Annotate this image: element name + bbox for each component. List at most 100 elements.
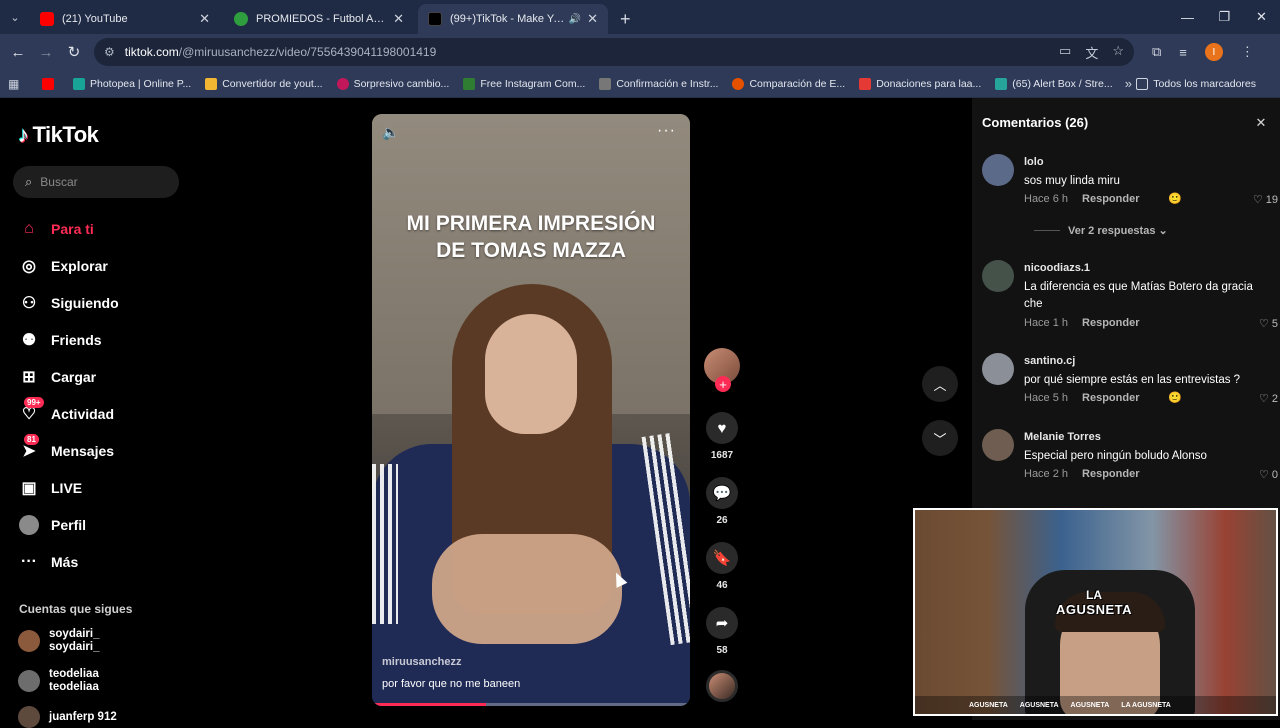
profile-avatar[interactable]: I xyxy=(1204,43,1223,61)
volume-icon[interactable]: 🔈 xyxy=(382,124,399,141)
share-icon[interactable]: ➦ xyxy=(706,607,738,639)
translate-icon[interactable]: 文 xyxy=(1085,43,1098,62)
cast-icon[interactable]: ▭ xyxy=(1059,43,1071,62)
all-bookmarks[interactable]: Todos los marcadores xyxy=(1136,77,1256,90)
video-description: por favor que no me baneen xyxy=(382,678,521,690)
video-figure-face xyxy=(485,314,577,434)
sidebar-item-explorar[interactable]: ◎ Explorar xyxy=(18,247,119,284)
avatar[interactable] xyxy=(982,260,1014,292)
new-tab-button[interactable]: + xyxy=(612,4,639,34)
tiktok-logo[interactable]: ♪ TikTok xyxy=(18,122,99,148)
bookmark-item[interactable]: Donaciones para laa... xyxy=(859,77,981,90)
close-icon[interactable]: ✕ xyxy=(393,11,404,27)
sidebar-item-live[interactable]: ▣ LIVE xyxy=(18,469,119,506)
bookmark-item[interactable]: Convertidor de yout... xyxy=(205,77,323,90)
forward-icon[interactable]: → xyxy=(32,44,60,61)
creator-reaction-icon: 🙂 xyxy=(1168,392,1182,404)
reply-button[interactable]: Responder xyxy=(1082,468,1139,480)
sidebar-item-para-ti[interactable]: ⌂ Para ti xyxy=(18,210,119,247)
sidebar-item-siguiendo[interactable]: ⚇ Siguiendo xyxy=(18,284,119,321)
followed-account[interactable]: teodeliaa teodeliaa xyxy=(18,668,99,694)
account-names: juanferp 912 xyxy=(49,710,117,723)
heart-icon[interactable]: ♥ xyxy=(706,412,738,444)
sidebar-item-mas[interactable]: ··· Más xyxy=(18,543,119,580)
extensions-icon[interactable]: ⧉ xyxy=(1152,44,1161,60)
followed-account[interactable]: soydairi_ soydairi_ xyxy=(18,628,100,654)
tab-search-icon[interactable]: ⌄ xyxy=(0,0,30,34)
social-handles-bar: AGUSNETA AGUSNETA AGUSNETA LA AGUSNETA xyxy=(915,696,1276,714)
comment-icon[interactable]: 💬 xyxy=(706,477,738,509)
comment-user[interactable]: lolo xyxy=(1024,156,1044,168)
bookmark-icon[interactable]: 🔖 xyxy=(706,542,738,574)
back-icon[interactable]: ← xyxy=(4,44,32,61)
sidebar-item-actividad[interactable]: ♡ 99+ Actividad xyxy=(18,395,119,432)
reply-button[interactable]: Responder xyxy=(1082,317,1139,329)
comment-like[interactable]: ♡ 5 xyxy=(1259,317,1278,331)
avatar[interactable] xyxy=(982,429,1014,461)
creator-avatar[interactable]: + xyxy=(704,348,740,392)
reload-icon[interactable]: ↻ xyxy=(60,43,88,61)
follow-plus-icon[interactable]: + xyxy=(715,376,731,392)
comment-user[interactable]: santino.cj xyxy=(1024,355,1075,367)
close-icon[interactable]: ✕ xyxy=(587,11,598,27)
bookmark-star-icon[interactable]: ☆ xyxy=(1112,43,1124,62)
tab-promiedos[interactable]: PROMIEDOS - Futbol Argentino ✕ xyxy=(224,4,414,34)
bookmark-item[interactable]: Confirmación e Instr... xyxy=(599,77,718,90)
reply-button[interactable]: Responder xyxy=(1082,392,1139,404)
tiktok-favicon-icon xyxy=(428,12,442,26)
bookmark-item[interactable]: Photopea | Online P... xyxy=(73,77,191,90)
more-bookmarks-icon[interactable]: » xyxy=(1125,76,1132,91)
previous-video-chevron-up-icon[interactable]: ︿ xyxy=(922,366,958,402)
photopea-icon xyxy=(73,77,85,90)
chrome-menu-icon[interactable]: ⋮ xyxy=(1241,44,1254,60)
tab-tiktok[interactable]: (99+)TikTok - Make Your Day 🔊 ✕ xyxy=(418,4,608,34)
site-info-icon[interactable]: ⚙ xyxy=(104,45,115,59)
view-replies-button[interactable]: Ver 2 respuestas ⌄ xyxy=(1034,224,1168,237)
comment-time: Hace 5 h xyxy=(1024,392,1069,404)
reply-button[interactable]: Responder xyxy=(1082,193,1139,205)
apps-grid-icon[interactable]: ▦ xyxy=(8,77,28,91)
comment-meta: Hace 2 h Responder xyxy=(1024,468,1140,480)
tiktok-handle: AGUSNETA xyxy=(1070,701,1110,709)
video-username[interactable]: miruusanchezz xyxy=(382,656,461,668)
avatar[interactable] xyxy=(982,154,1014,186)
search-input[interactable] xyxy=(40,175,161,189)
sidebar-item-perfil[interactable]: Perfil xyxy=(18,506,119,543)
avatar xyxy=(18,630,40,652)
video-player[interactable]: MI PRIMERA IMPRESIÓN DE TOMAS MAZZA 🔈 ···… xyxy=(372,114,690,706)
comment-text: La diferencia es que Matías Botero da gr… xyxy=(1024,281,1253,310)
comment-like[interactable]: ♡ 2 xyxy=(1259,392,1278,406)
live-icon: ▣ xyxy=(21,479,37,497)
bookmark-item[interactable]: Sorpresivo cambio... xyxy=(336,77,449,90)
comment-like[interactable]: ♡ 0 xyxy=(1259,468,1278,482)
avatar[interactable] xyxy=(982,353,1014,385)
close-icon[interactable]: ✕ xyxy=(1252,114,1270,132)
video-more-icon[interactable]: ··· xyxy=(657,122,676,140)
bookmark-item[interactable]: (65) Alert Box / Stre... xyxy=(995,77,1113,90)
activity-badge: 99+ xyxy=(24,397,44,408)
followed-account[interactable]: juanferp 912 xyxy=(18,706,117,728)
sidebar-item-cargar[interactable]: ⊞ Cargar xyxy=(18,358,119,395)
close-window-icon[interactable]: ✕ xyxy=(1243,0,1280,34)
sidebar-nav: ⌂ Para ti ◎ Explorar ⚇ Siguiendo ⚉ Friends ⊞… xyxy=(18,210,119,580)
bookmark-item[interactable] xyxy=(42,77,59,90)
close-icon[interactable]: ✕ xyxy=(199,11,210,27)
video-progress-bar[interactable] xyxy=(372,703,690,706)
like-count: 1687 xyxy=(710,450,734,461)
address-bar[interactable]: ⚙ tiktok.com/@miruusanchezz/video/755643… xyxy=(94,38,1134,66)
comment-user[interactable]: nicoodiazs.1 xyxy=(1024,262,1090,274)
tab-youtube[interactable]: (21) YouTube ✕ xyxy=(30,4,220,34)
comment-like[interactable]: ♡ 19 xyxy=(1253,193,1278,207)
speaker-icon[interactable]: 🔊 xyxy=(569,14,581,25)
music-disc-icon[interactable] xyxy=(706,670,738,702)
media-controls-icon[interactable]: ≡ xyxy=(1179,45,1187,60)
sidebar-item-mensajes[interactable]: ➤ 81 Mensajes xyxy=(18,432,119,469)
next-video-chevron-down-icon[interactable]: ﹀ xyxy=(922,420,958,456)
tiktok-page: ♪ TikTok ⌕ ⌂Para ti ◎Explorar ⚇Siguiendo… xyxy=(0,98,1280,728)
comment-user[interactable]: Melanie Torres xyxy=(1024,431,1101,443)
bookmark-item[interactable]: Comparación de E... xyxy=(732,77,845,90)
restore-icon[interactable]: ❐ xyxy=(1206,0,1243,34)
sidebar-item-friends[interactable]: ⚉ Friends xyxy=(18,321,119,358)
bookmark-item[interactable]: Free Instagram Com... xyxy=(463,77,585,90)
minimize-icon[interactable]: — xyxy=(1169,0,1206,34)
